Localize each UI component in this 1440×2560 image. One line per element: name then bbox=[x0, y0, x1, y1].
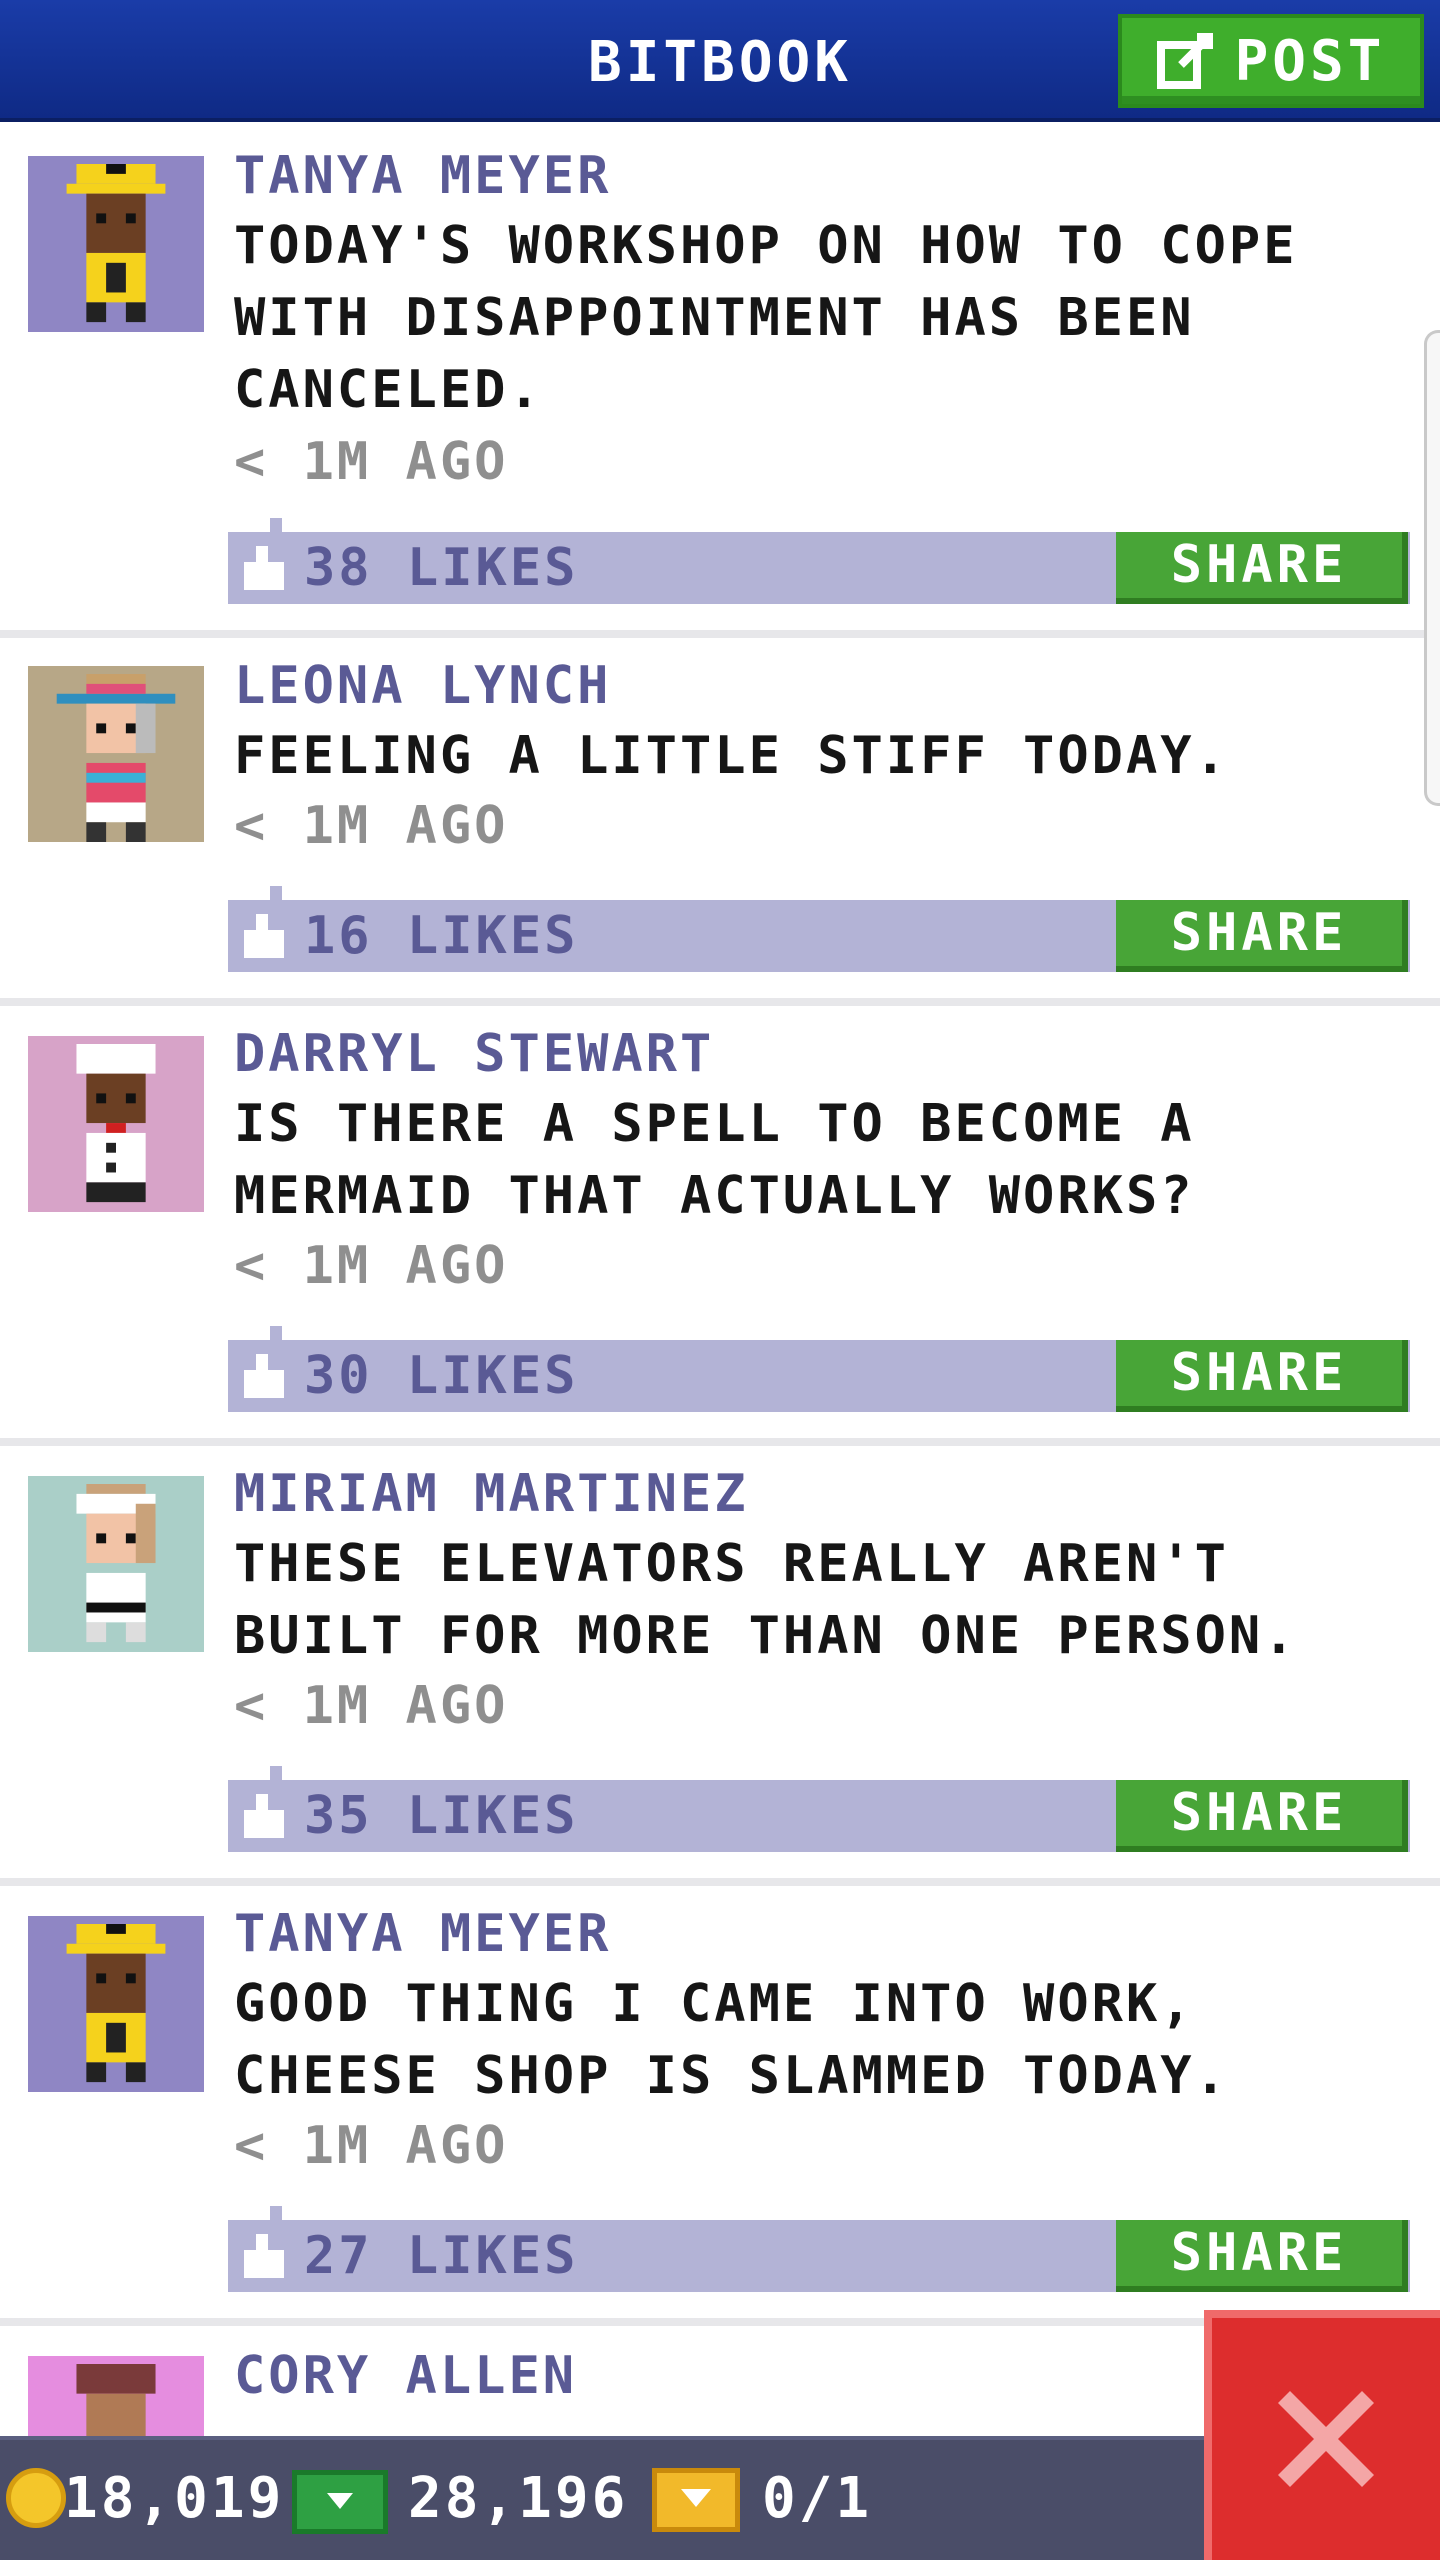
avatar[interactable] bbox=[28, 1916, 204, 2092]
feed-list: TANYA MEYER TODAY'S WORKSHOP ON HOW TO C… bbox=[0, 126, 1440, 2532]
post-author[interactable]: TANYA MEYER bbox=[234, 146, 611, 206]
post-button[interactable]: POST bbox=[1118, 14, 1424, 108]
post-text: GOOD THING I CAME INTO WORK, CHEESE SHOP… bbox=[234, 1974, 1229, 2106]
tickets-count: 0/1 bbox=[762, 2466, 873, 2531]
likes-count: 27 LIKES bbox=[304, 2226, 579, 2286]
post-text: IS THERE A SPELL TO BECOME A MERMAID THA… bbox=[234, 1094, 1195, 1226]
coin-icon bbox=[6, 2468, 66, 2528]
likes-count: 38 LIKES bbox=[304, 538, 579, 598]
feed-post: DARRYL STEWART IS THERE A SPELL TO BECOM… bbox=[0, 1006, 1440, 1446]
share-button[interactable]: SHARE bbox=[1116, 900, 1408, 972]
close-icon bbox=[1278, 2391, 1374, 2487]
post-author[interactable]: MIRIAM MARTINEZ bbox=[234, 1464, 749, 1524]
ticket-icon bbox=[652, 2468, 740, 2532]
post-text: THESE ELEVATORS REALLY AREN'T BUILT FOR … bbox=[234, 1534, 1298, 1666]
karate-person-icon bbox=[76, 1484, 156, 1643]
avatar[interactable] bbox=[28, 1036, 204, 1212]
bux-count: 28,196 bbox=[408, 2466, 629, 2531]
coins-count: 18,019 bbox=[64, 2466, 285, 2531]
thumbs-up-icon bbox=[244, 1794, 284, 1838]
share-button[interactable]: SHARE bbox=[1116, 1780, 1408, 1852]
chef-person-icon bbox=[76, 1044, 156, 1203]
post-author[interactable]: TANYA MEYER bbox=[234, 1904, 611, 1964]
app-header: BITBOOK POST bbox=[0, 0, 1440, 122]
feed-post: LEONA LYNCH FEELING A LITTLE STIFF TODAY… bbox=[0, 638, 1440, 1006]
close-button[interactable] bbox=[1204, 2310, 1440, 2560]
bux-icon bbox=[292, 2470, 388, 2534]
post-time: < 1M AGO bbox=[234, 432, 509, 492]
post-author[interactable]: DARRYL STEWART bbox=[234, 1024, 714, 1084]
share-button[interactable]: SHARE bbox=[1116, 532, 1408, 604]
scrollbar[interactable] bbox=[1424, 330, 1440, 806]
feed-post: MIRIAM MARTINEZ THESE ELEVATORS REALLY A… bbox=[0, 1446, 1440, 1886]
likes-count: 35 LIKES bbox=[304, 1786, 579, 1846]
avatar[interactable] bbox=[28, 666, 204, 842]
thumbs-up-icon bbox=[244, 914, 284, 958]
post-time: < 1M AGO bbox=[234, 2116, 509, 2176]
chef-hat-person-icon bbox=[66, 164, 166, 323]
avatar[interactable] bbox=[28, 1476, 204, 1652]
post-time: < 1M AGO bbox=[234, 796, 509, 856]
post-author[interactable]: CORY ALLEN bbox=[234, 2346, 577, 2406]
sombrero-person-icon bbox=[56, 674, 176, 842]
compose-icon bbox=[1156, 33, 1213, 89]
post-time: < 1M AGO bbox=[234, 1676, 509, 1736]
post-text: TODAY'S WORKSHOP ON HOW TO COPE WITH DIS… bbox=[234, 216, 1298, 420]
post-text: FEELING A LITTLE STIFF TODAY. bbox=[234, 726, 1229, 786]
post-author[interactable]: LEONA LYNCH bbox=[234, 656, 611, 716]
thumbs-up-icon bbox=[244, 2234, 284, 2278]
share-button[interactable]: SHARE bbox=[1116, 2220, 1408, 2292]
avatar[interactable] bbox=[28, 156, 204, 332]
thumbs-up-icon bbox=[244, 1354, 284, 1398]
likes-count: 30 LIKES bbox=[304, 1346, 579, 1406]
share-button[interactable]: SHARE bbox=[1116, 1340, 1408, 1412]
post-button-label: POST bbox=[1234, 28, 1386, 94]
chef-hat-person-icon bbox=[66, 1924, 166, 2083]
feed-post: TANYA MEYER TODAY'S WORKSHOP ON HOW TO C… bbox=[0, 126, 1440, 638]
likes-count: 16 LIKES bbox=[304, 906, 579, 966]
thumbs-up-icon bbox=[244, 546, 284, 590]
feed-post: TANYA MEYER GOOD THING I CAME INTO WORK,… bbox=[0, 1886, 1440, 2326]
post-time: < 1M AGO bbox=[234, 1236, 509, 1296]
